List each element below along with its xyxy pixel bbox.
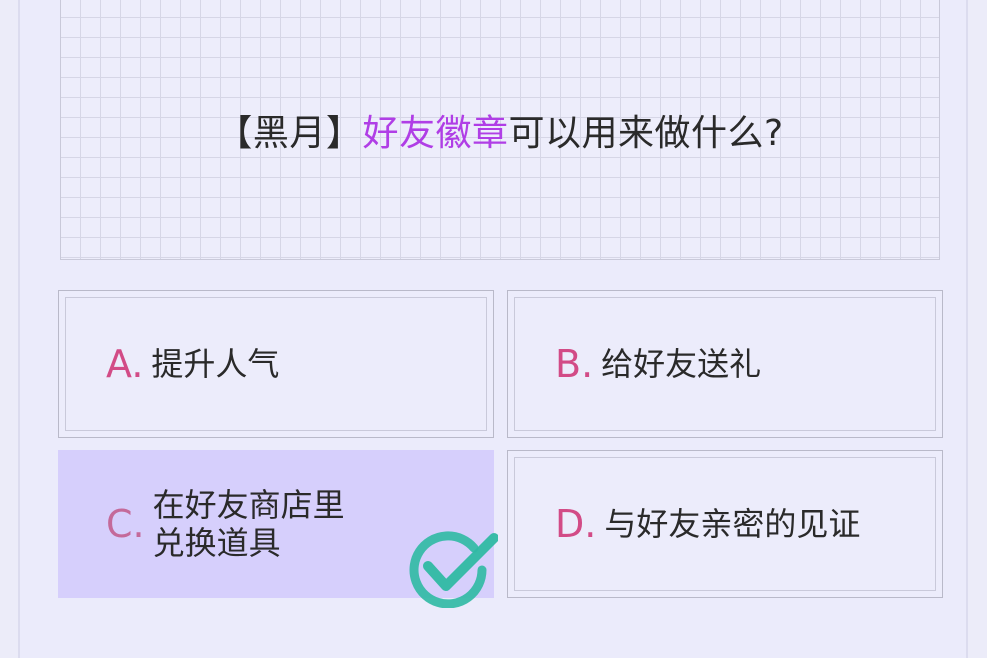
option-c-text: 在好友商店里 兑换道具 [152,486,345,562]
option-d-frame: D. 与好友亲密的见证 [514,457,936,591]
option-c-letter: C. [106,502,145,546]
option-b-button[interactable]: B. 给好友送礼 [507,290,943,438]
option-b-frame: B. 给好友送礼 [514,297,936,431]
question-highlight: 好友徽章 [362,112,509,154]
option-d-button[interactable]: D. 与好友亲密的见证 [507,450,943,598]
question-text: 【黑月】好友徽章可以用来做什么? [216,104,783,156]
option-d-letter: D. [555,502,597,546]
option-b-letter: B. [555,342,594,386]
question-prefix: 【黑月】 [216,112,363,154]
option-a-frame: A. 提升人气 [65,297,487,431]
option-a-text: 提升人气 [151,345,280,383]
option-d-text: 与好友亲密的见证 [604,505,861,543]
option-b-text: 给好友送礼 [601,345,762,383]
question-box: 【黑月】好友徽章可以用来做什么? [60,0,940,260]
option-a-button[interactable]: A. 提升人气 [58,290,494,438]
question-suffix: 可以用来做什么? [508,112,784,154]
check-circle-icon [409,531,498,608]
option-a-letter: A. [106,342,144,386]
